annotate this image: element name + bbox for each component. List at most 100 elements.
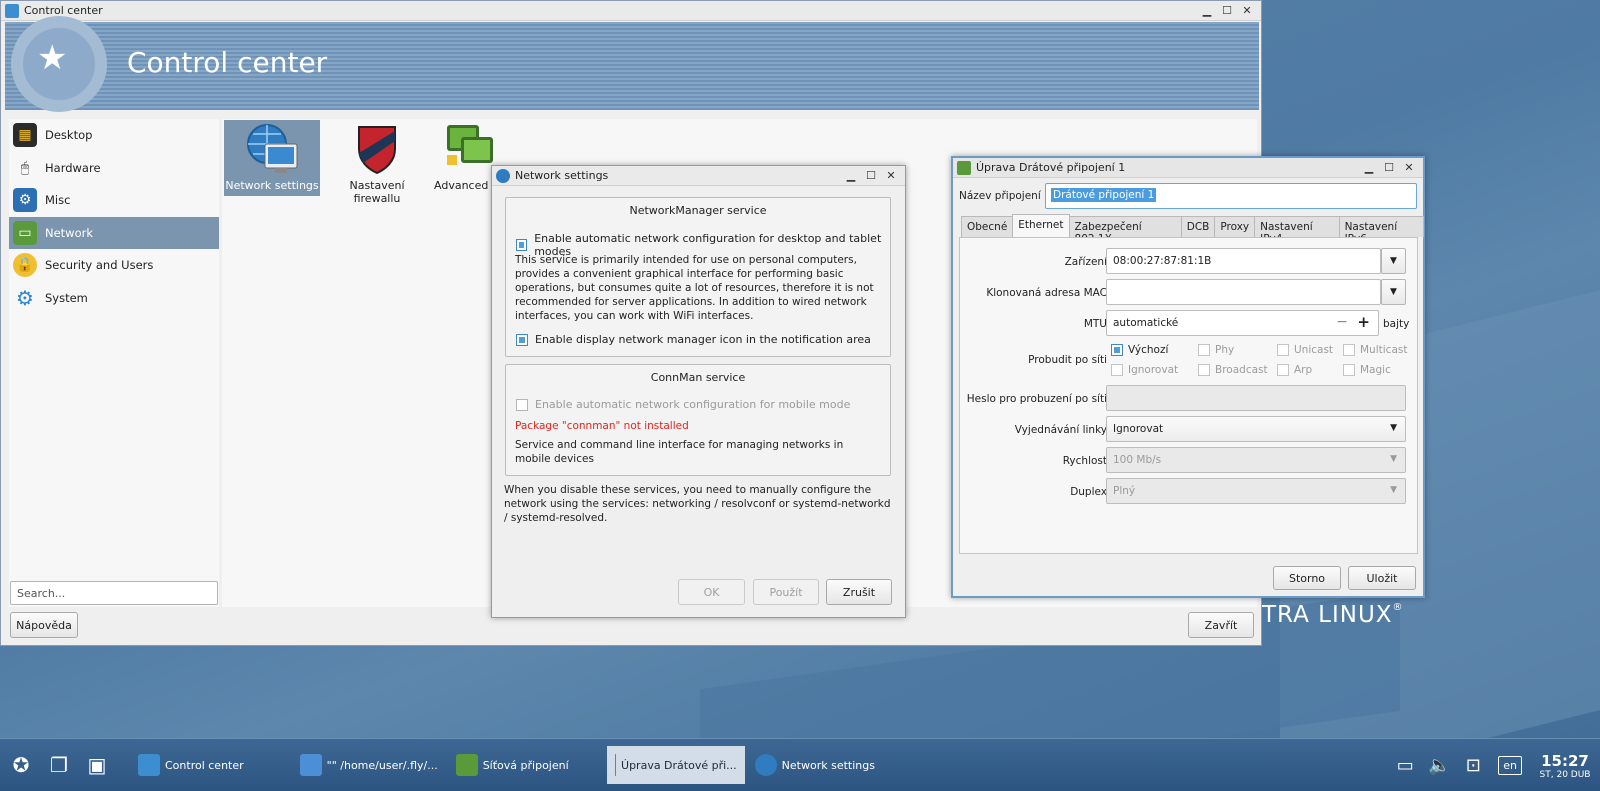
sidebar-item-security[interactable]: 🔒 Security and Users xyxy=(9,249,219,282)
minus-icon[interactable]: − xyxy=(1336,314,1348,330)
search-input[interactable]: Search... xyxy=(10,581,218,605)
tab-dcb[interactable]: DCB xyxy=(1180,216,1216,237)
window-titlebar[interactable]: Control center ▁ ☐ ✕ xyxy=(1,1,1261,21)
checkbox-label: Broadcast xyxy=(1215,364,1268,376)
cancel-button[interactable]: Zrušit xyxy=(826,579,892,605)
minimize-icon[interactable]: ▁ xyxy=(1197,4,1217,17)
wol-default-checkbox[interactable]: Výchozí xyxy=(1111,344,1168,356)
network-tray-icon[interactable]: ⊡ xyxy=(1456,749,1490,783)
file-manager-icon[interactable]: ▣ xyxy=(78,746,116,784)
duplex-label: Duplex xyxy=(1070,486,1107,498)
nm-tray-icon-checkbox[interactable]: Enable display network manager icon in t… xyxy=(516,333,871,346)
volume-icon[interactable]: 🔈 xyxy=(1422,749,1456,783)
tab-ethernet[interactable]: Ethernet xyxy=(1012,214,1070,237)
network-settings-dialog: Network settings ▁ ☐ ✕ NetworkManager se… xyxy=(491,165,906,618)
tile-network-settings[interactable]: Network settings xyxy=(224,120,320,196)
tile-advanced-network[interactable]: Advanced N… Configura… xyxy=(434,120,494,196)
connection-name-value: Drátové připojení 1 xyxy=(1051,188,1157,202)
control-center-icon xyxy=(138,754,160,776)
mtu-spinbox[interactable]: automatické − + xyxy=(1106,310,1379,336)
tile-firewall[interactable]: Nastavení firewallu xyxy=(329,120,425,205)
save-button[interactable]: Uložit xyxy=(1348,566,1416,590)
sidebar-item-hardware[interactable]: 🖱 Hardware xyxy=(9,152,219,185)
close-icon[interactable]: ✕ xyxy=(881,169,901,182)
speed-select[interactable]: 100 Mb/s ▼ xyxy=(1106,447,1406,473)
taskbar-task-control-center[interactable]: Control center xyxy=(130,746,252,784)
banner-title: Control center xyxy=(127,46,328,79)
windows-switcher-icon[interactable]: ❐ xyxy=(40,746,78,784)
link-negotiation-select[interactable]: Ignorovat ▼ xyxy=(1106,416,1406,442)
mtu-label: MTU xyxy=(1083,318,1107,330)
wol-ignore-checkbox[interactable]: Ignorovat xyxy=(1111,364,1178,376)
wol-unicast-checkbox[interactable]: Unicast xyxy=(1277,344,1333,356)
start-menu-star-icon[interactable]: ✪ xyxy=(2,746,40,784)
tab-ipv4[interactable]: Nastavení IPv4 xyxy=(1254,216,1340,245)
wol-phy-checkbox[interactable]: Phy xyxy=(1198,344,1234,356)
wol-multicast-checkbox[interactable]: Multicast xyxy=(1343,344,1407,356)
speed-label: Rychlost xyxy=(1062,455,1107,467)
wake-on-lan-label: Probudit po síti xyxy=(1028,354,1107,366)
tab-proxy[interactable]: Proxy xyxy=(1214,216,1256,237)
maximize-icon[interactable]: ☐ xyxy=(1217,4,1237,17)
sidebar-item-network[interactable]: ▭ Network xyxy=(9,216,219,249)
checkbox-label: Phy xyxy=(1215,344,1235,356)
maximize-icon[interactable]: ☐ xyxy=(1379,161,1399,174)
dialog-title: Úprava Drátové připojení 1 xyxy=(976,161,1126,174)
wol-arp-checkbox[interactable]: Arp xyxy=(1277,364,1312,376)
sidebar-item-misc[interactable]: ⚙ Misc xyxy=(9,184,219,217)
tab-general[interactable]: Obecné xyxy=(961,216,1014,237)
apply-button[interactable]: Použít xyxy=(753,579,819,605)
tile-label: Nastavení firewallu xyxy=(349,179,405,205)
control-center-icon xyxy=(5,3,19,18)
checkbox-icon xyxy=(1277,344,1289,356)
cancel-button[interactable]: Storno xyxy=(1273,566,1341,590)
taskbar-task-edit-connection[interactable]: Úprava Drátové při... xyxy=(606,746,745,784)
group-title: ConnMan service xyxy=(650,371,746,384)
clock[interactable]: 15:27 ST, 20 DUB xyxy=(1530,752,1600,780)
close-icon[interactable]: ✕ xyxy=(1237,4,1257,17)
select-value: Ignorovat xyxy=(1113,423,1164,435)
dialog-titlebar[interactable]: Úprava Drátové připojení 1 ▁ ☐ ✕ xyxy=(953,158,1423,178)
minimize-icon[interactable]: ▁ xyxy=(1359,161,1379,174)
sidebar-item-label: System xyxy=(45,290,88,305)
connman-auto-config-checkbox[interactable]: Enable automatic network configuration f… xyxy=(516,398,850,411)
connection-name-input[interactable]: Drátové připojení 1 xyxy=(1045,183,1417,209)
duplex-select[interactable]: Plný ▼ xyxy=(1106,478,1406,504)
plus-icon[interactable]: + xyxy=(1357,313,1370,331)
help-button[interactable]: Nápověda xyxy=(10,612,78,638)
tab-security-8021x[interactable]: Zabezpečení 802.1X xyxy=(1068,216,1182,245)
task-label: Úprava Drátové při... xyxy=(621,758,737,772)
minimize-icon[interactable]: ▁ xyxy=(841,169,861,182)
system-gear-icon: ⚙ xyxy=(16,285,34,310)
task-label: Network settings xyxy=(781,758,875,772)
system-tray: ▭ 🔈 ⊡ en 15:27 ST, 20 DUB xyxy=(1388,739,1600,791)
checkbox-label: Arp xyxy=(1294,364,1313,376)
category-sidebar: ▦ Desktop 🖱 Hardware ⚙ Misc ▭ Network 🔒 … xyxy=(9,119,219,607)
wol-password-input[interactable] xyxy=(1106,385,1406,411)
dialog-titlebar[interactable]: Network settings ▁ ☐ ✕ xyxy=(492,166,905,186)
advanced-network-icon xyxy=(444,122,494,176)
checkbox-icon xyxy=(1277,364,1289,376)
group-title: NetworkManager service xyxy=(629,204,767,217)
sidebar-item-system[interactable]: ⚙ System xyxy=(9,282,219,315)
device-combobox[interactable]: 08:00:27:87:81:1B xyxy=(1106,248,1381,274)
clock-date: ST, 20 DUB xyxy=(1539,769,1591,780)
taskbar-task-editor[interactable]: "" /home/user/.fly/... xyxy=(292,746,446,784)
taskbar-task-network-connections[interactable]: Síťová připojení xyxy=(448,746,577,784)
taskbar-task-network-settings[interactable]: Network settings xyxy=(747,746,883,784)
cloned-mac-combobox[interactable] xyxy=(1106,279,1381,305)
wol-magic-checkbox[interactable]: Magic xyxy=(1343,364,1391,376)
checkbox-label: Enable automatic network configuration f… xyxy=(535,398,851,411)
checkbox-icon xyxy=(1198,344,1210,356)
keyboard-layout-icon[interactable]: ▭ xyxy=(1388,749,1422,783)
close-icon[interactable]: ✕ xyxy=(1399,161,1419,174)
chevron-down-icon[interactable]: ▼ xyxy=(1381,248,1406,274)
chevron-down-icon[interactable]: ▼ xyxy=(1381,279,1406,305)
tab-ipv6[interactable]: Nastavení IPv6 xyxy=(1338,216,1424,245)
maximize-icon[interactable]: ☐ xyxy=(861,169,881,182)
ok-button[interactable]: OK xyxy=(678,579,745,605)
wol-broadcast-checkbox[interactable]: Broadcast xyxy=(1198,364,1268,376)
language-indicator[interactable]: en xyxy=(1498,756,1522,775)
sidebar-item-desktop[interactable]: ▦ Desktop xyxy=(9,119,219,152)
close-button[interactable]: Zavřít xyxy=(1188,612,1254,638)
